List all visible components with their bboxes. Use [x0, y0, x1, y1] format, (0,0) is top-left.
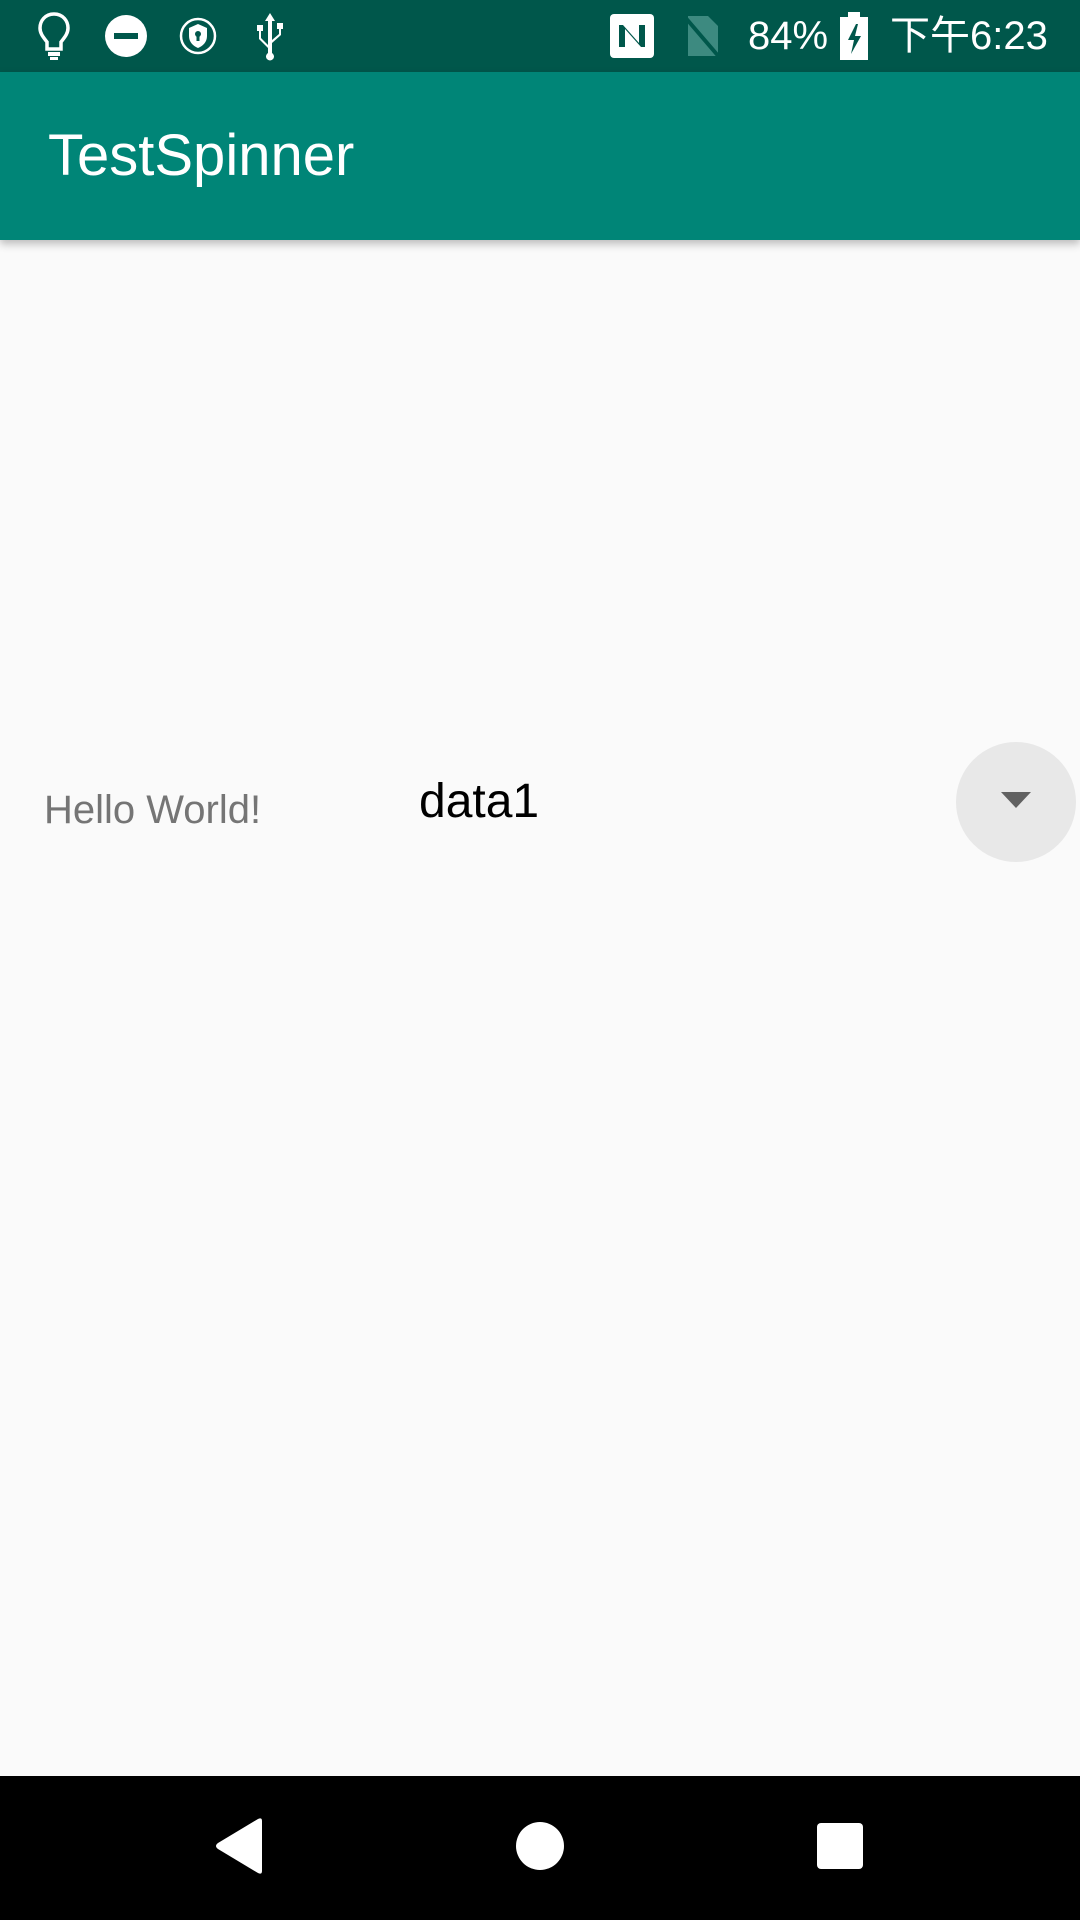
vpn-shield-icon — [176, 10, 220, 62]
status-time: 下午6:23 — [890, 14, 1048, 58]
app-bar: TestSpinner — [0, 72, 1080, 240]
dropdown-arrow-icon — [1000, 791, 1032, 814]
navigation-bar — [0, 1776, 1080, 1920]
app-title: TestSpinner — [48, 123, 355, 188]
no-sim-icon — [680, 10, 724, 62]
spinner-selected-value: data1 — [419, 775, 540, 828]
status-bar: 84% 下午6:23 — [0, 0, 1080, 72]
home-button[interactable] — [468, 1776, 612, 1920]
do-not-disturb-icon — [102, 10, 150, 62]
hello-text: Hello World! — [44, 788, 262, 832]
nfc-icon — [608, 10, 656, 62]
battery-percentage: 84% — [748, 14, 829, 58]
usb-icon — [248, 10, 292, 62]
recents-button[interactable] — [768, 1776, 912, 1920]
home-icon — [516, 1821, 564, 1875]
lightbulb-icon — [32, 10, 76, 62]
spinner-arrow-button[interactable] — [956, 742, 1076, 862]
main-content: Hello World! data1 — [0, 240, 1080, 1776]
battery-charging-icon — [838, 10, 870, 62]
back-icon — [214, 1817, 266, 1880]
spinner-dropdown[interactable]: data1 — [400, 740, 1080, 864]
recents-icon — [817, 1822, 863, 1874]
back-button[interactable] — [168, 1776, 312, 1920]
